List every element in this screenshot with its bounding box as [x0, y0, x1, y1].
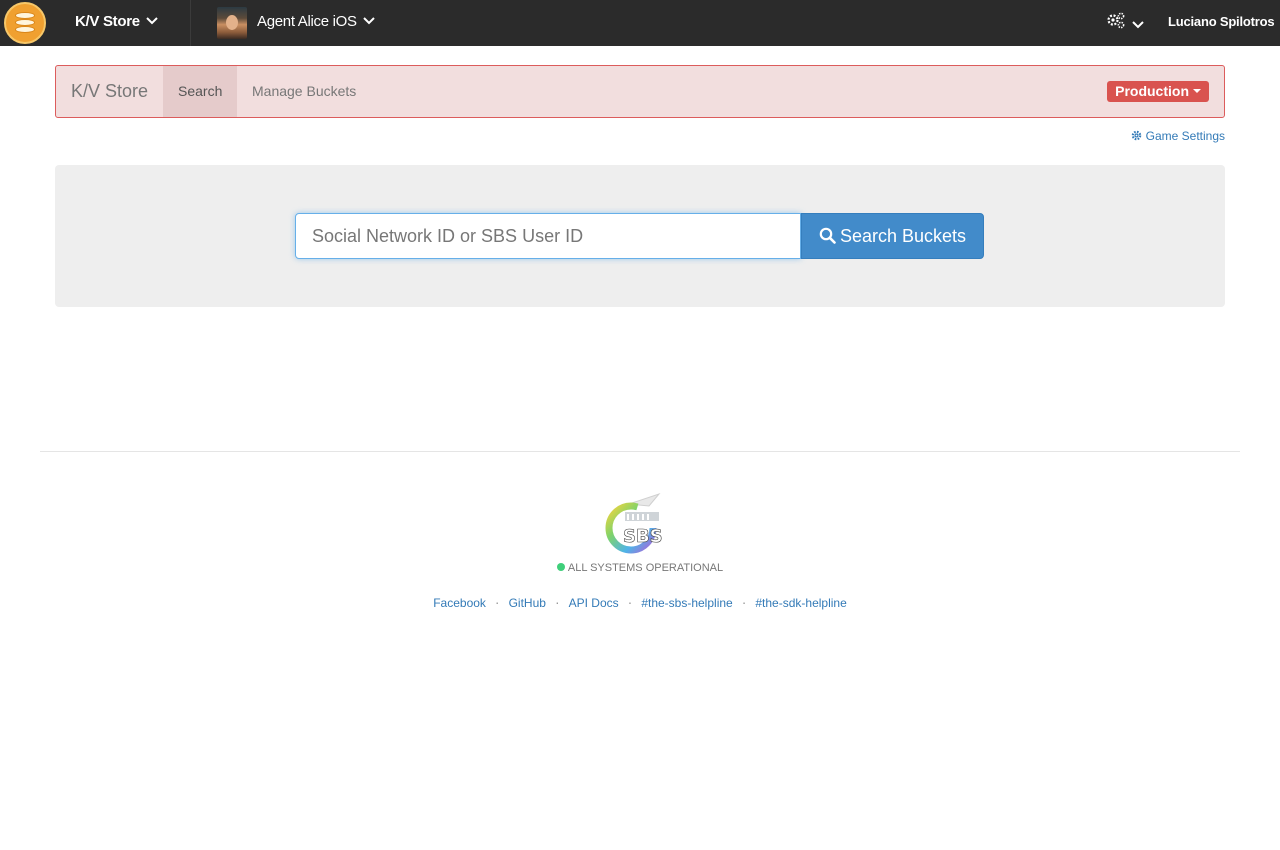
gears-icon	[1107, 12, 1125, 29]
game-settings-label: Game Settings	[1145, 129, 1225, 143]
user-menu[interactable]: Luciano Spilotros	[1168, 14, 1275, 29]
settings-menu-button[interactable]	[1106, 12, 1144, 35]
section-navbar: K/V Store Search Manage Buckets Producti…	[55, 65, 1225, 118]
game-avatar[interactable]	[217, 7, 247, 39]
sbs-helpline-link[interactable]: #the-sbs-helpline	[641, 596, 732, 610]
chevron-down-icon	[1132, 21, 1144, 29]
caret-down-icon	[1193, 89, 1201, 93]
sbs-logo: SBS	[605, 492, 663, 554]
api-docs-link[interactable]: API Docs	[569, 596, 619, 610]
search-icon	[819, 227, 836, 244]
game-name: Agent Alice iOS	[257, 13, 357, 30]
status-text: ALL SYSTEMS OPERATIONAL	[567, 562, 724, 574]
sdk-helpline-link[interactable]: #the-sdk-helpline	[755, 596, 846, 610]
app-switcher[interactable]: K/V Store	[75, 13, 158, 30]
tab-manage-buckets[interactable]: Manage Buckets	[237, 66, 371, 117]
facebook-link[interactable]: Facebook	[433, 596, 486, 610]
github-link[interactable]: GitHub	[509, 596, 546, 610]
environment-dropdown[interactable]: Production	[1107, 81, 1209, 102]
search-button-label: Search Buckets	[839, 225, 967, 246]
separator-dot: ·	[494, 594, 500, 610]
chevron-down-icon	[146, 17, 158, 25]
status-dot-icon	[556, 563, 565, 571]
search-buckets-button[interactable]: Search Buckets	[801, 213, 984, 259]
environment-label: Production	[1115, 83, 1189, 99]
separator-dot: ·	[741, 594, 747, 610]
system-status: ALL SYSTEMS OPERATIONAL	[0, 562, 1280, 574]
footer-divider	[40, 451, 1240, 452]
top-navbar: K/V Store Agent Alice iOS Luciano Spilot…	[0, 0, 1280, 46]
separator-dot: ·	[554, 594, 560, 610]
separator-dot: ·	[627, 594, 633, 610]
section-brand[interactable]: K/V Store	[71, 81, 148, 102]
app-name: K/V Store	[75, 13, 140, 30]
sbs-logo-text: SBS	[623, 526, 663, 547]
game-switcher[interactable]: Agent Alice iOS	[257, 13, 375, 30]
chevron-down-icon	[363, 17, 375, 25]
gear-icon	[1132, 130, 1142, 141]
game-settings-link[interactable]: Game Settings	[1131, 129, 1225, 143]
search-input[interactable]	[295, 213, 801, 259]
tab-search[interactable]: Search	[163, 66, 238, 117]
divider	[190, 0, 191, 46]
footer-links: Facebook · GitHub · API Docs · #the-sbs-helpli…	[0, 594, 1280, 610]
database-icon[interactable]	[4, 2, 46, 44]
search-panel: Search Buckets	[55, 165, 1225, 307]
